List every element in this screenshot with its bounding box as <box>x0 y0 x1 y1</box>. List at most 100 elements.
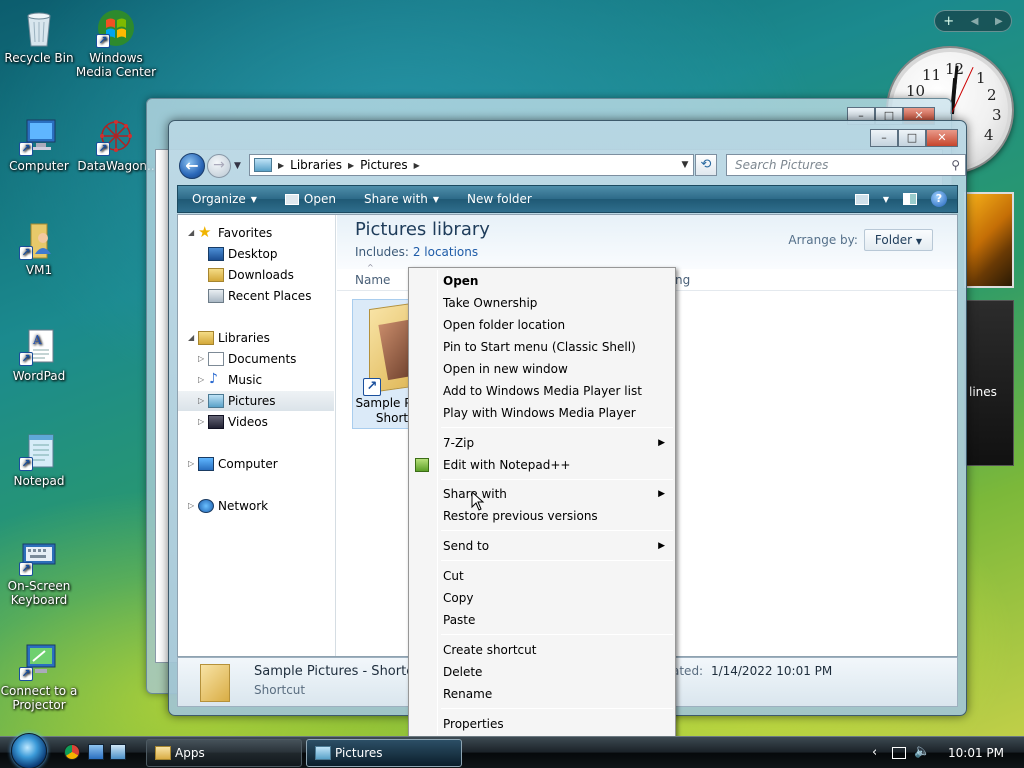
menu-item-delete[interactable]: Delete <box>443 661 671 683</box>
menu-item-play-with-wmp[interactable]: Play with Windows Media Player <box>443 402 671 424</box>
collapsed-arrow-icon[interactable]: ▷ <box>188 454 194 474</box>
navigation-bar: ← → ▼ ▶ Libraries ▶ Pictures ▶ ▼ ⟲ Searc… <box>177 151 966 181</box>
collapsed-arrow-icon[interactable]: ▷ <box>198 349 204 369</box>
nav-item-downloads[interactable]: Downloads <box>178 265 334 285</box>
change-view-icon[interactable] <box>854 193 869 205</box>
keyboard-icon: ↗ <box>19 536 59 576</box>
menu-item-rename[interactable]: Rename <box>443 683 671 705</box>
refresh-button[interactable]: ⟲ <box>695 154 717 176</box>
open-button[interactable]: Open <box>271 186 350 212</box>
search-icon[interactable]: ⚲ <box>951 155 960 175</box>
menu-item-create-shortcut[interactable]: Create shortcut <box>443 639 671 661</box>
close-button[interactable]: ✕ <box>926 129 958 147</box>
nav-item-network[interactable]: ▷ Network <box>178 496 334 516</box>
add-gadget-icon[interactable]: + <box>943 14 954 29</box>
switch-windows-icon[interactable] <box>110 744 126 760</box>
menu-item-paste[interactable]: Paste <box>443 609 671 631</box>
menu-item-open-in-new-window[interactable]: Open in new window <box>443 358 671 380</box>
menu-item-properties[interactable]: Properties <box>443 713 671 735</box>
menu-item-copy[interactable]: Copy <box>443 587 671 609</box>
desktop-icon-wordpad[interactable]: A ↗ WordPad <box>0 326 82 383</box>
shortcut-arrow-icon: ↗ <box>19 457 33 471</box>
feed-headlines-gadget[interactable]: lines <box>964 300 1014 466</box>
nav-item-music[interactable]: ▷ ♪ Music <box>178 370 334 390</box>
desktop-icon-connect-to-projector[interactable]: ↗ Connect to a Projector <box>0 641 82 712</box>
menu-item-7zip[interactable]: 7-Zip ▶ <box>443 432 671 454</box>
nav-item-documents[interactable]: ▷ Documents <box>178 349 334 369</box>
includes-locations-link[interactable]: 2 locations <box>413 245 478 259</box>
share-with-button[interactable]: Share with ▼ <box>350 186 453 212</box>
nav-item-videos[interactable]: ▷ Videos <box>178 412 334 432</box>
address-bar[interactable]: ▶ Libraries ▶ Pictures ▶ ▼ <box>249 154 694 176</box>
feed-text: lines <box>969 385 997 399</box>
search-input[interactable]: Search Pictures ⚲ <box>726 154 966 176</box>
menu-label: Send to <box>443 539 490 553</box>
menu-item-open[interactable]: Open <box>443 270 671 292</box>
taskbar-button-pictures[interactable]: Pictures <box>306 739 462 767</box>
sidebar-gadget-controls[interactable]: + ◀ ▶ <box>934 10 1012 32</box>
command-bar: Organize ▼ Open Share with ▼ New folder ▼ … <box>177 185 958 213</box>
network-tray-icon[interactable] <box>892 747 906 759</box>
arrange-by-dropdown[interactable]: Folder ▼ <box>863 229 933 251</box>
menu-item-edit-with-notepadpp[interactable]: Edit with Notepad++ <box>415 454 671 476</box>
forward-button[interactable]: → <box>207 154 231 178</box>
view-dropdown-icon[interactable]: ▼ <box>883 195 889 204</box>
shortcut-arrow-icon: ↗ <box>96 142 110 156</box>
maximize-button[interactable]: □ <box>898 129 926 147</box>
next-icon[interactable]: ▶ <box>995 16 1003 27</box>
nav-item-recent-places[interactable]: Recent Places <box>178 286 334 306</box>
menu-item-add-to-wmp-list[interactable]: Add to Windows Media Player list <box>443 380 671 402</box>
menu-item-send-to[interactable]: Send to ▶ <box>443 535 671 557</box>
chrome-icon[interactable] <box>64 744 80 760</box>
organize-button[interactable]: Organize ▼ <box>178 186 271 212</box>
show-desktop-icon[interactable] <box>88 744 104 760</box>
menu-item-pin-to-start-menu[interactable]: Pin to Start menu (Classic Shell) <box>443 336 671 358</box>
nav-item-favorites[interactable]: ◢ ★ Favorites <box>178 223 334 243</box>
expanded-arrow-icon[interactable]: ◢ <box>188 223 194 243</box>
arrange-by-label: Arrange by: <box>788 233 858 247</box>
menu-separator <box>441 427 673 428</box>
slideshow-gadget[interactable] <box>964 192 1014 288</box>
menu-item-cut[interactable]: Cut <box>443 565 671 587</box>
breadcrumb-libraries[interactable]: Libraries <box>284 158 348 172</box>
desktop-icon-vm1[interactable]: ↗ VM1 <box>0 220 82 277</box>
taskbar-button-apps[interactable]: Apps <box>146 739 302 767</box>
collapsed-arrow-icon[interactable]: ▷ <box>198 412 204 432</box>
back-button[interactable]: ← <box>179 153 205 179</box>
show-hidden-icons-icon[interactable]: ‹ <box>872 745 877 760</box>
column-header-name[interactable]: Name <box>355 273 390 287</box>
menu-item-open-folder-location[interactable]: Open folder location <box>443 314 671 336</box>
recent-pages-dropdown-icon[interactable]: ▼ <box>234 161 241 171</box>
desktop-icon-windows-media-center[interactable]: ↗ Windows Media Center <box>73 8 159 79</box>
menu-label: Open <box>443 274 479 288</box>
menu-separator <box>441 479 673 480</box>
nav-item-desktop[interactable]: Desktop <box>178 244 334 264</box>
help-icon[interactable]: ? <box>931 191 947 207</box>
mouse-pointer-icon <box>471 490 485 511</box>
collapsed-arrow-icon[interactable]: ▷ <box>198 391 204 411</box>
breadcrumb-pictures[interactable]: Pictures <box>354 158 414 172</box>
breadcrumb-chevron-icon[interactable]: ▶ <box>414 161 420 170</box>
dropdown-caret-icon: ▼ <box>250 194 257 204</box>
previous-icon[interactable]: ◀ <box>971 16 979 27</box>
pictures-icon <box>208 394 224 408</box>
desktop-icon-recycle-bin[interactable]: Recycle Bin <box>0 8 82 65</box>
address-dropdown-icon[interactable]: ▼ <box>677 160 693 170</box>
volume-icon[interactable]: 🔈 <box>914 744 930 759</box>
minimize-button[interactable]: – <box>870 129 898 147</box>
menu-item-take-ownership[interactable]: Take Ownership <box>443 292 671 314</box>
preview-pane-icon[interactable] <box>903 193 917 205</box>
collapsed-arrow-icon[interactable]: ▷ <box>198 370 204 390</box>
desktop-icon-on-screen-keyboard[interactable]: ↗ On-Screen Keyboard <box>0 536 82 607</box>
desktop-icon-notepad[interactable]: ↗ Notepad <box>0 431 82 488</box>
submenu-arrow-icon: ▶ <box>658 489 665 499</box>
nav-item-computer[interactable]: ▷ Computer <box>178 454 334 474</box>
nav-item-pictures[interactable]: ▷ Pictures <box>178 391 334 411</box>
collapsed-arrow-icon[interactable]: ▷ <box>188 496 194 516</box>
expanded-arrow-icon[interactable]: ◢ <box>188 328 194 348</box>
tray-clock[interactable]: 10:01 PM <box>948 746 1004 760</box>
new-folder-button[interactable]: New folder <box>453 186 546 212</box>
nav-item-libraries[interactable]: ◢ Libraries <box>178 328 334 348</box>
start-button[interactable] <box>4 733 54 768</box>
desktop-icon-computer[interactable]: ↗ Computer <box>0 116 82 173</box>
